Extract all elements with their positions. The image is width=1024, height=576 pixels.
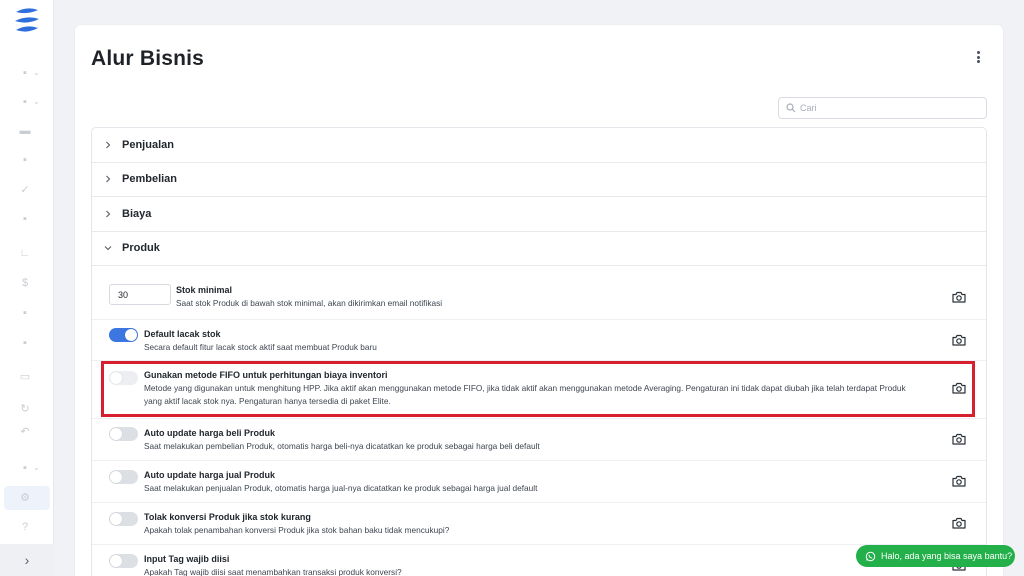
setting-description-line-1: Metode yang digunakan untuk menghitung H… [144, 383, 906, 393]
setting-description: Apakah Tag wajib diisi saat menambahkan … [144, 567, 402, 576]
briefcase-icon[interactable]: ▪ [18, 213, 32, 225]
tolak-konversi-toggle[interactable] [109, 512, 138, 526]
setting-description: Saat melakukan penjualan Produk, otomati… [144, 483, 538, 493]
expand-sidebar-button[interactable]: › [0, 544, 54, 576]
section-produk[interactable]: Produk [92, 232, 986, 266]
section-penjualan[interactable]: Penjualan [92, 128, 986, 163]
chevron-right-icon: › [24, 552, 30, 568]
fifo-toggle[interactable] [109, 371, 138, 385]
report-icon[interactable]: ▪ [18, 462, 32, 474]
default-lacak-stok-toggle[interactable] [109, 328, 138, 342]
setting-title: Auto update harga beli Produk [144, 428, 276, 438]
camera-icon[interactable] [952, 475, 966, 487]
chevron-right-icon [106, 210, 111, 218]
setting-auto-harga-beli: Auto update harga beli Produk Saat melak… [92, 419, 986, 461]
setting-title: Tolak konversi Produk jika stok kurang [144, 512, 311, 522]
section-biaya[interactable]: Biaya [92, 197, 986, 232]
auto-harga-beli-toggle[interactable] [109, 427, 138, 441]
shopping-bag-icon[interactable]: ▪ [18, 96, 32, 108]
settings-accordion: Penjualan Pembelian Biaya Produk Stok mi… [91, 127, 987, 576]
chevron-right-icon [106, 175, 111, 183]
setting-default-lacak-stok: Default lacak stok Secara default fitur … [92, 320, 986, 361]
section-label: Produk [122, 242, 160, 255]
setting-description-line-2: yang aktif lacak stok nya. Pengaturan ha… [144, 396, 391, 406]
setting-description: Apakah tolak penambahan konversi Produk … [144, 525, 450, 535]
help-icon[interactable]: ? [18, 521, 32, 533]
camera-icon[interactable] [952, 382, 966, 394]
auto-harga-jual-toggle[interactable] [109, 470, 138, 484]
camera-icon[interactable] [952, 517, 966, 529]
settings-icon[interactable]: ⚙ [18, 492, 32, 504]
id-card-icon[interactable]: ▭ [18, 371, 32, 383]
camera-icon[interactable] [952, 291, 966, 303]
section-label: Penjualan [122, 138, 174, 151]
wallet-icon[interactable]: ▬ [18, 125, 32, 137]
search-icon [786, 103, 796, 113]
setting-description: Saat melakukan pembelian Produk, otomati… [144, 441, 540, 451]
whatsapp-icon [865, 551, 876, 561]
setting-auto-harga-jual: Auto update harga jual Produk Saat melak… [92, 461, 986, 503]
camera-icon[interactable] [952, 433, 966, 445]
chevron-down-icon [104, 246, 112, 251]
app-logo-icon[interactable] [12, 6, 42, 38]
page-title: Alur Bisnis [91, 47, 205, 70]
shopping-bag-icon[interactable]: ▪ [18, 67, 32, 79]
stok-minimal-input[interactable] [109, 284, 171, 305]
section-label: Pembelian [122, 173, 178, 186]
setting-title: Gunakan metode FIFO untuk perhitungan bi… [144, 370, 388, 380]
setting-input-tag: Input Tag wajib diisi Apakah Tag wajib d… [92, 545, 986, 576]
chevron-down-icon: ⌄ [33, 97, 40, 106]
setting-title: Stok minimal [176, 285, 233, 295]
search-input[interactable] [800, 103, 980, 113]
setting-title: Default lacak stok [144, 329, 221, 339]
main-card: Alur Bisnis Penjualan Pembelian Biaya Pr… [75, 25, 1003, 576]
chevron-down-icon: ⌄ [33, 463, 40, 472]
check-icon[interactable]: ✓ [18, 184, 32, 196]
chevron-right-icon [106, 141, 111, 149]
search-box[interactable] [778, 97, 987, 119]
section-pembelian[interactable]: Pembelian [92, 163, 986, 197]
more-options-icon[interactable] [973, 49, 983, 65]
setting-title: Input Tag wajib diisi [144, 554, 230, 564]
setting-stok-minimal: Stok minimal Saat stok Produk di bawah s… [92, 266, 986, 320]
setting-description: Secara default fitur lacak stock aktif s… [144, 342, 377, 352]
sidebar: ▪ ⌄ ▪ ⌄ ▬ ▪ ✓ ▪ ∟ $ ▪ ▪ ▭ ↻ ↶ ▪ ⌄ ⚙ ? › [0, 0, 54, 576]
chevron-down-icon: ⌄ [33, 68, 40, 77]
chat-label: Halo, ada yang bisa saya bantu? [881, 551, 1013, 561]
setting-fifo: Gunakan metode FIFO untuk perhitungan bi… [92, 361, 986, 419]
chart-icon[interactable]: ∟ [18, 247, 32, 259]
setting-tolak-konversi: Tolak konversi Produk jika stok kurang A… [92, 503, 986, 545]
chat-help-button[interactable]: Halo, ada yang bisa saya bantu? [856, 545, 1015, 567]
undo-icon[interactable]: ↶ [18, 426, 32, 438]
section-label: Biaya [122, 207, 152, 220]
setting-description: Saat stok Produk di bawah stok minimal, … [176, 298, 443, 308]
refresh-icon[interactable]: ↻ [18, 403, 32, 415]
input-tag-toggle[interactable] [109, 554, 138, 568]
calculator-icon[interactable]: ▪ [18, 307, 32, 319]
users-icon[interactable]: ▪ [18, 154, 32, 166]
building-icon[interactable]: ▪ [18, 337, 32, 349]
setting-title: Auto update harga jual Produk [144, 470, 276, 480]
camera-icon[interactable] [952, 334, 966, 346]
dollar-icon[interactable]: $ [18, 277, 32, 289]
